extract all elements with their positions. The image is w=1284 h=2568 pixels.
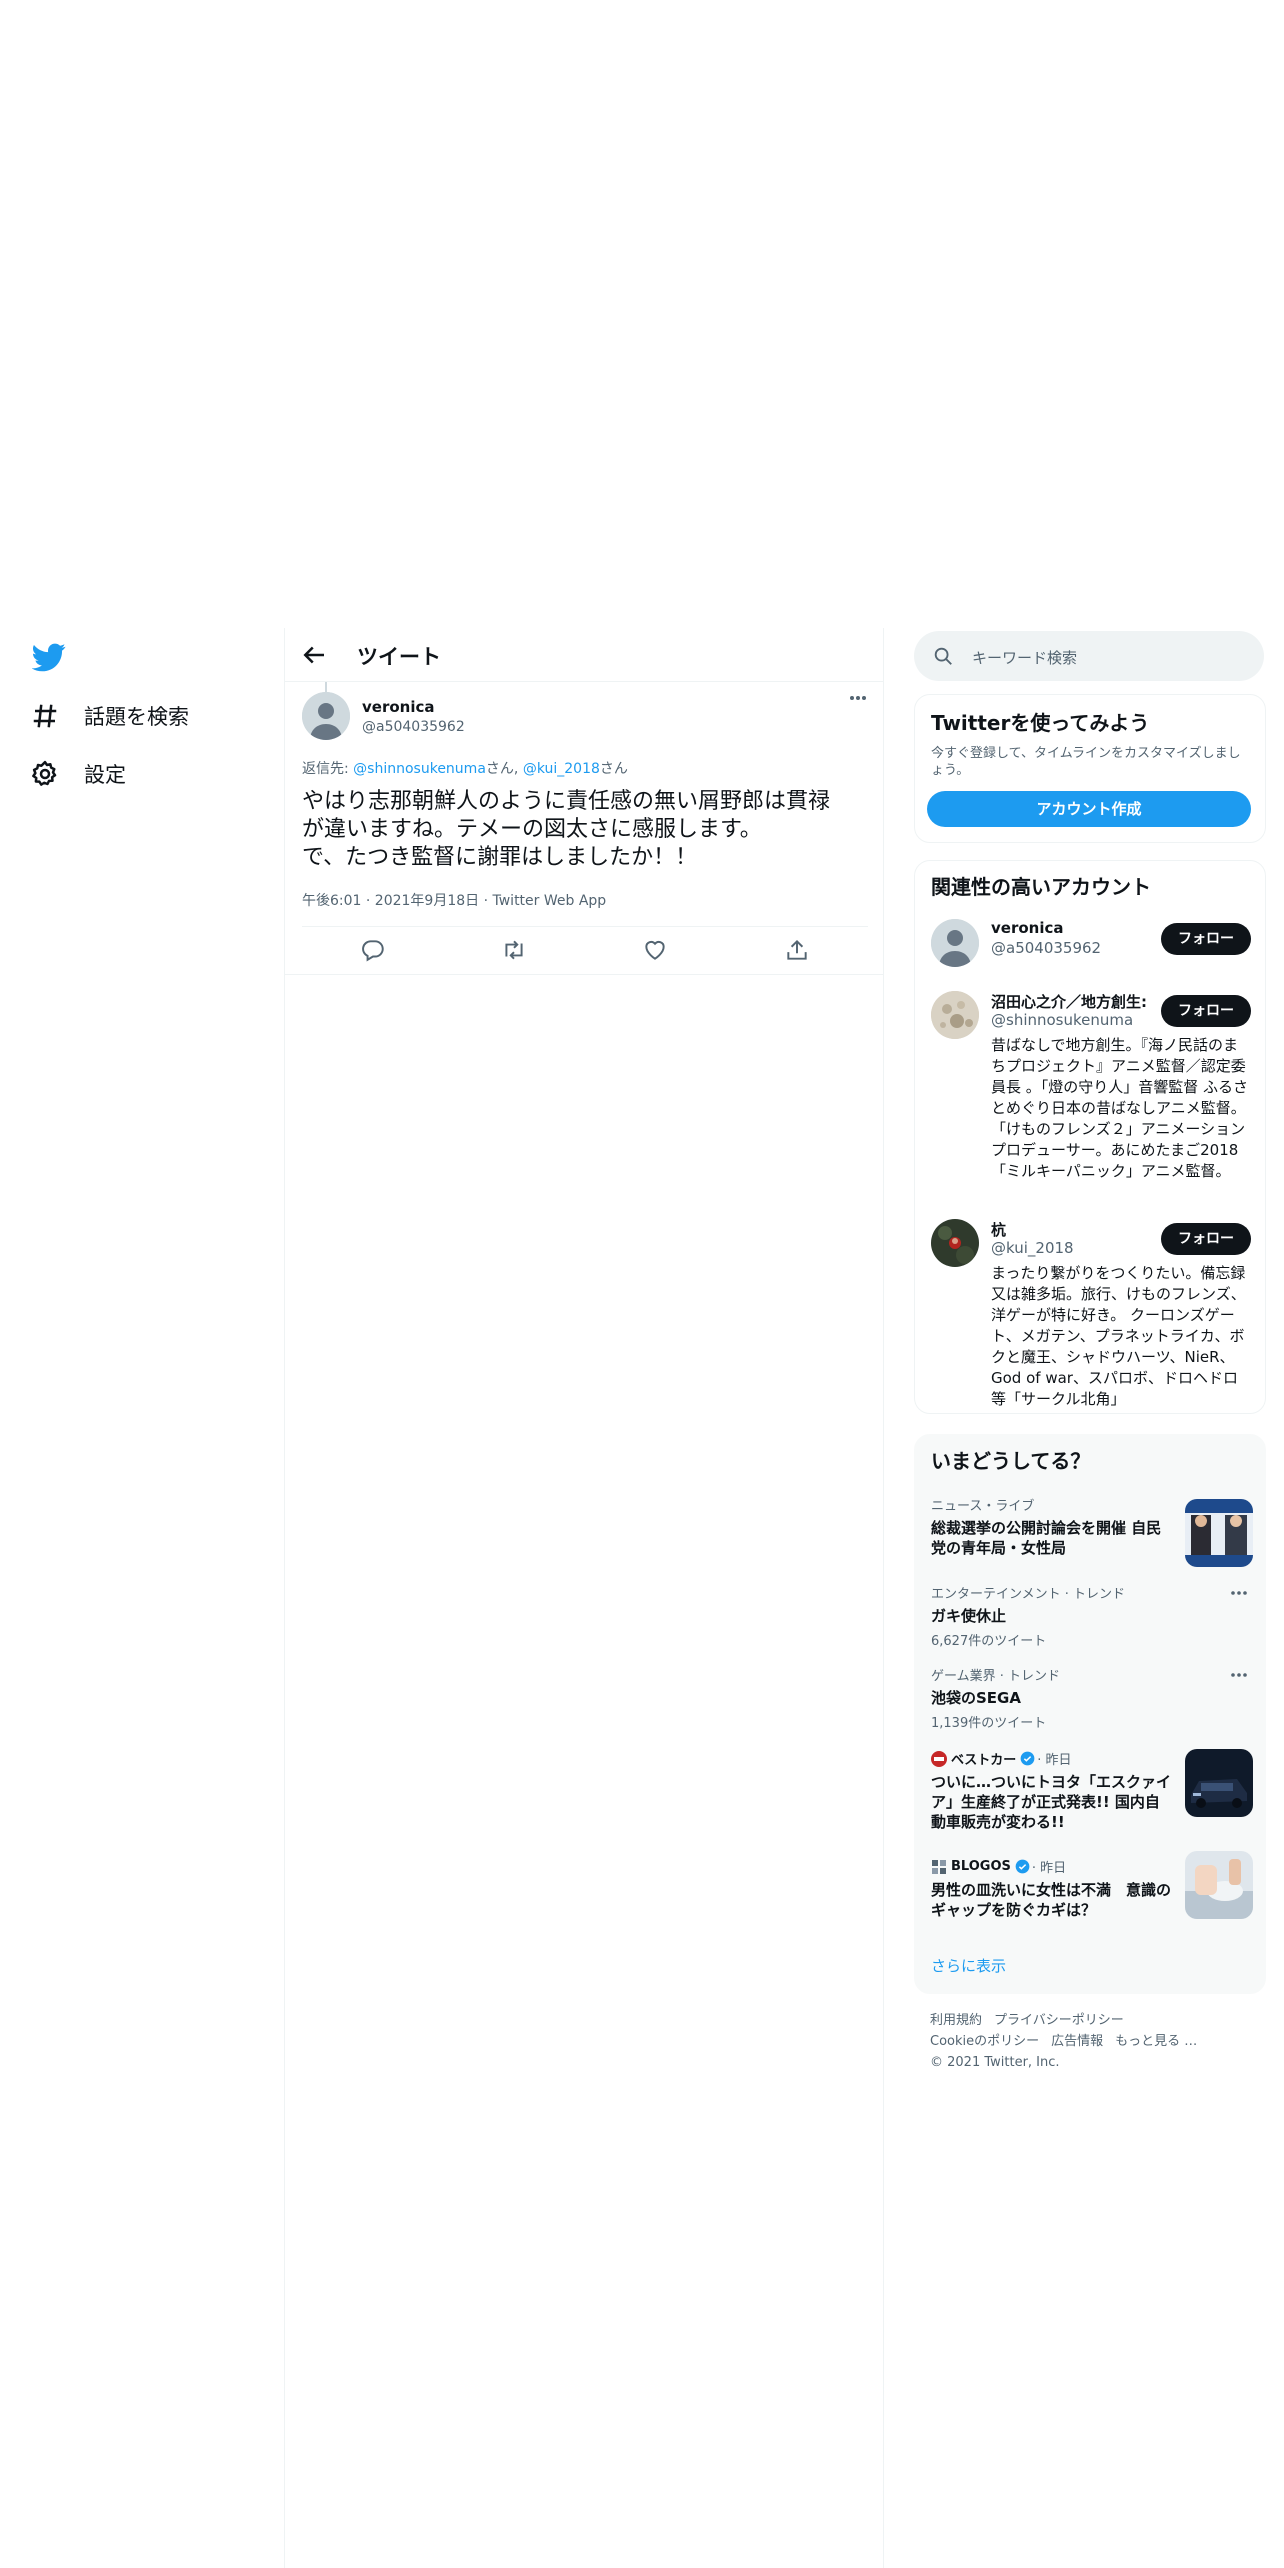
- thread-connector: [325, 682, 327, 692]
- show-more-link[interactable]: さらに表示: [931, 1955, 1006, 1976]
- verified-badge-icon: [1015, 1859, 1030, 1874]
- news-item[interactable]: BLOGOS · 昨日 男性の皿洗いに女性は不満 意識のギャップを防ぐカギは？: [931, 1851, 1253, 1937]
- trend-category: エンターテインメント · トレンド: [931, 1587, 1126, 1602]
- nav-explore[interactable]: 話題を検索: [30, 696, 189, 736]
- reply-icon[interactable]: [360, 937, 386, 963]
- tweet-detail: veronica @a504035962 返信先: @shinnosukenum…: [285, 682, 883, 975]
- trend-tweet-count: 6,627件のツイート: [931, 1634, 1047, 1649]
- trend-title: 総裁選挙の公開討論会を開催 自民党の青年局・女性局: [931, 1519, 1162, 1557]
- tweet-text: やはり志那朝鮮人のように責任感の無い屑野郎は貫禄 が違いますね。テメーの図太さに…: [302, 788, 872, 872]
- news-item[interactable]: ベストカー · 昨日 ついに…ついにトヨタ「エスクァイア」生産終了が正式発表!!…: [931, 1749, 1253, 1845]
- reply-user-link[interactable]: @shinnosukenuma: [353, 761, 486, 777]
- main-header: ツイート: [285, 628, 883, 682]
- like-heart-icon[interactable]: [642, 937, 668, 963]
- tweet-author-handle[interactable]: @a504035962: [362, 719, 465, 735]
- twitter-logo-icon[interactable]: [32, 640, 66, 674]
- source-avatar-icon: [931, 1750, 947, 1767]
- account-bio: 昔ばなしで地方創生。『海ノ民話のまちプロジェクト』アニメ監督／認定委員長 。「燈…: [991, 1036, 1249, 1180]
- news-thumbnail: [1185, 1749, 1253, 1817]
- tweet-text-line: で、たつき監督に謝罪はしましたか！！: [302, 845, 698, 870]
- trend-tweet-count: 1,139件のツイート: [931, 1716, 1047, 1731]
- follow-suggestion[interactable]: veronica @a504035962 フォロー: [931, 919, 1251, 975]
- copyright: © 2021 Twitter, Inc.: [930, 2055, 1060, 2070]
- footer-link[interactable]: 利用規約: [930, 2013, 982, 2028]
- search-input[interactable]: キーワード検索: [914, 631, 1264, 681]
- avatar[interactable]: [302, 692, 350, 740]
- search-icon: [934, 647, 952, 665]
- news-thumbnail: [1185, 1851, 1253, 1919]
- signup-title: Twitterを使ってみよう: [931, 711, 1150, 735]
- news-source-name: BLOGOS: [951, 1859, 1011, 1874]
- avatar[interactable]: [931, 991, 979, 1039]
- account-handle: @kui_2018: [991, 1239, 1074, 1257]
- reply-prefix: 返信先:: [302, 761, 354, 777]
- footer-links: 利用規約 プライバシーポリシー Cookieのポリシー 広告情報 もっと見る … © …: [930, 2010, 1260, 2073]
- news-time: · 昨日: [1037, 1753, 1072, 1768]
- nav-settings[interactable]: 設定: [30, 754, 126, 794]
- avatar[interactable]: [931, 1219, 979, 1267]
- news-title: 男性の皿洗いに女性は不満 意識のギャップを防ぐカギは？: [931, 1881, 1172, 1919]
- back-arrow-icon[interactable]: [299, 640, 329, 670]
- source-avatar-icon: [932, 1859, 946, 1874]
- signup-subtitle: 今すぐ登録して、タイムラインをカスタマイズしましょう。: [931, 746, 1241, 778]
- share-icon[interactable]: [784, 937, 810, 963]
- more-options-icon[interactable]: [843, 688, 873, 708]
- footer-link[interactable]: もっと見る …: [1115, 2034, 1197, 2049]
- trends-title: いまどうしてる？: [931, 1449, 1091, 1473]
- divider-right: [883, 628, 884, 2568]
- more-options-icon[interactable]: [1227, 1585, 1251, 1601]
- trend-category: ゲーム業界 · トレンド: [931, 1669, 1061, 1684]
- search-placeholder: キーワード検索: [972, 649, 1078, 667]
- tweet-actions: [302, 926, 868, 975]
- account-name: 沼田心之介／地方創生:: [991, 993, 1147, 1011]
- nav-settings-label: 設定: [84, 763, 126, 787]
- follow-suggestion[interactable]: 杭 @kui_2018 まったり繋がりをつくりたい。備忘録又は雑多垢。旅行、けも…: [931, 1219, 1251, 1409]
- trend-item[interactable]: ニュース・ライブ 総裁選挙の公開討論会を開催 自民党の青年局・女性局: [931, 1495, 1253, 1567]
- follow-button[interactable]: フォロー: [1161, 1223, 1251, 1255]
- trend-item[interactable]: エンターテインメント · トレンド ガキ使休止 6,627件のツイート: [931, 1583, 1253, 1653]
- account-name: veronica: [991, 919, 1064, 937]
- more-options-icon[interactable]: [1227, 1667, 1251, 1683]
- gear-icon: [32, 760, 57, 786]
- page-title: ツイート: [357, 645, 441, 669]
- trends-card: いまどうしてる？ ニュース・ライブ 総裁選挙の公開討論会を開催 自民党の青年局・…: [914, 1434, 1266, 1994]
- reply-suffix: さん: [599, 761, 628, 777]
- account-name: 杭: [991, 1221, 1007, 1239]
- follow-button[interactable]: フォロー: [1161, 923, 1251, 955]
- footer-link[interactable]: 広告情報: [1051, 2034, 1103, 2049]
- reply-user-link[interactable]: @kui_2018: [523, 761, 600, 777]
- trend-title: ガキ使休止: [931, 1607, 1007, 1625]
- footer-link[interactable]: プライバシーポリシー: [994, 2013, 1124, 2028]
- verified-badge-icon: [1020, 1751, 1035, 1766]
- news-thumbnail: [1185, 1499, 1253, 1567]
- account-bio: まったり繋がりをつくりたい。備忘録又は雑多垢。旅行、けものフレンズ、洋ゲーが特に…: [991, 1264, 1246, 1408]
- follow-button[interactable]: フォロー: [1161, 995, 1251, 1027]
- account-handle: @shinnosukenuma: [991, 1011, 1134, 1029]
- reply-to: 返信先: @shinnosukenumaさん, @kui_2018さん: [302, 758, 628, 778]
- news-title: ついに…ついにトヨタ「エスクァイア」生産終了が正式発表!! 国内自動車販売が変わ…: [931, 1773, 1172, 1831]
- news-source-name: ベストカー: [951, 1753, 1017, 1768]
- trend-item[interactable]: ゲーム業界 · トレンド 池袋のSEGA 1,139件のツイート: [931, 1665, 1253, 1735]
- news-time: · 昨日: [1031, 1861, 1067, 1876]
- footer-link[interactable]: Cookieのポリシー: [930, 2034, 1039, 2049]
- retweet-icon[interactable]: [501, 937, 527, 963]
- account-handle: @a504035962: [991, 939, 1102, 957]
- news-source: ベストカー · 昨日: [931, 1749, 1171, 1768]
- nav-explore-label: 話題を検索: [84, 705, 189, 729]
- create-account-button[interactable]: アカウント作成: [927, 791, 1251, 827]
- tweet-author-name[interactable]: veronica: [362, 698, 435, 716]
- tweet-text-line: やはり志那朝鮮人のように責任感の無い屑野郎は貫禄: [302, 789, 831, 814]
- who-to-follow-title: 関連性の高いアカウント: [931, 875, 1151, 899]
- trend-category: ニュース・ライブ: [931, 1499, 1035, 1514]
- follow-suggestion[interactable]: 沼田心之介／地方創生: @shinnosukenuma 昔ばなしで地方創生。『海…: [931, 991, 1251, 1191]
- hashtag-icon: [33, 704, 57, 728]
- tweet-timestamp[interactable]: 午後6:01 · 2021年9月18日 · Twitter Web App: [302, 890, 606, 910]
- trend-title: 池袋のSEGA: [931, 1689, 1021, 1707]
- avatar[interactable]: [931, 919, 979, 967]
- reply-suffix: さん,: [485, 761, 523, 777]
- who-to-follow-card: 関連性の高いアカウント veronica @a504035962 フォロー 沼田…: [914, 860, 1266, 1414]
- tweet-text-line: が違いますね。テメーの図太さに感服します。: [302, 817, 762, 842]
- news-source: BLOGOS · 昨日: [931, 1857, 1171, 1876]
- signup-card: Twitterを使ってみよう 今すぐ登録して、タイムラインをカスタマイズしましょ…: [914, 694, 1266, 843]
